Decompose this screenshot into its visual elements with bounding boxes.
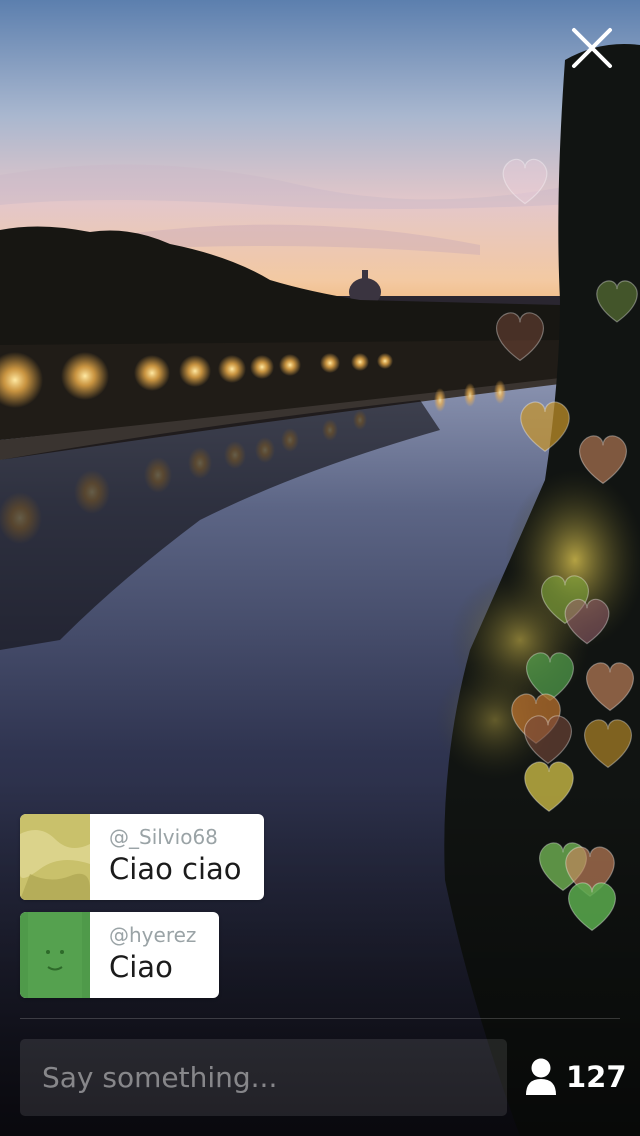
viewer-count-number: 127 [566, 1060, 627, 1094]
comment-username[interactable]: @_Silvio68 [109, 824, 242, 850]
comment-text: Ciao ciao [109, 852, 242, 886]
live-stream-screen: @_Silvio68 Ciao ciao @hyerez Ciao Say so… [0, 0, 640, 1136]
divider [20, 1018, 620, 1019]
comment-text: Ciao [109, 950, 173, 984]
avatar[interactable] [20, 912, 90, 998]
comment-composer [20, 1039, 507, 1116]
viewer-count[interactable]: 127 [524, 1052, 627, 1102]
chat-comment: @_Silvio68 Ciao ciao [20, 814, 264, 900]
comment-input[interactable] [40, 1060, 487, 1095]
person-icon [526, 1058, 556, 1095]
close-icon [572, 28, 612, 68]
close-button[interactable] [566, 22, 618, 74]
chat-comment: @hyerez Ciao [20, 912, 219, 998]
avatar[interactable] [20, 814, 90, 900]
comment-username[interactable]: @hyerez [109, 922, 196, 948]
